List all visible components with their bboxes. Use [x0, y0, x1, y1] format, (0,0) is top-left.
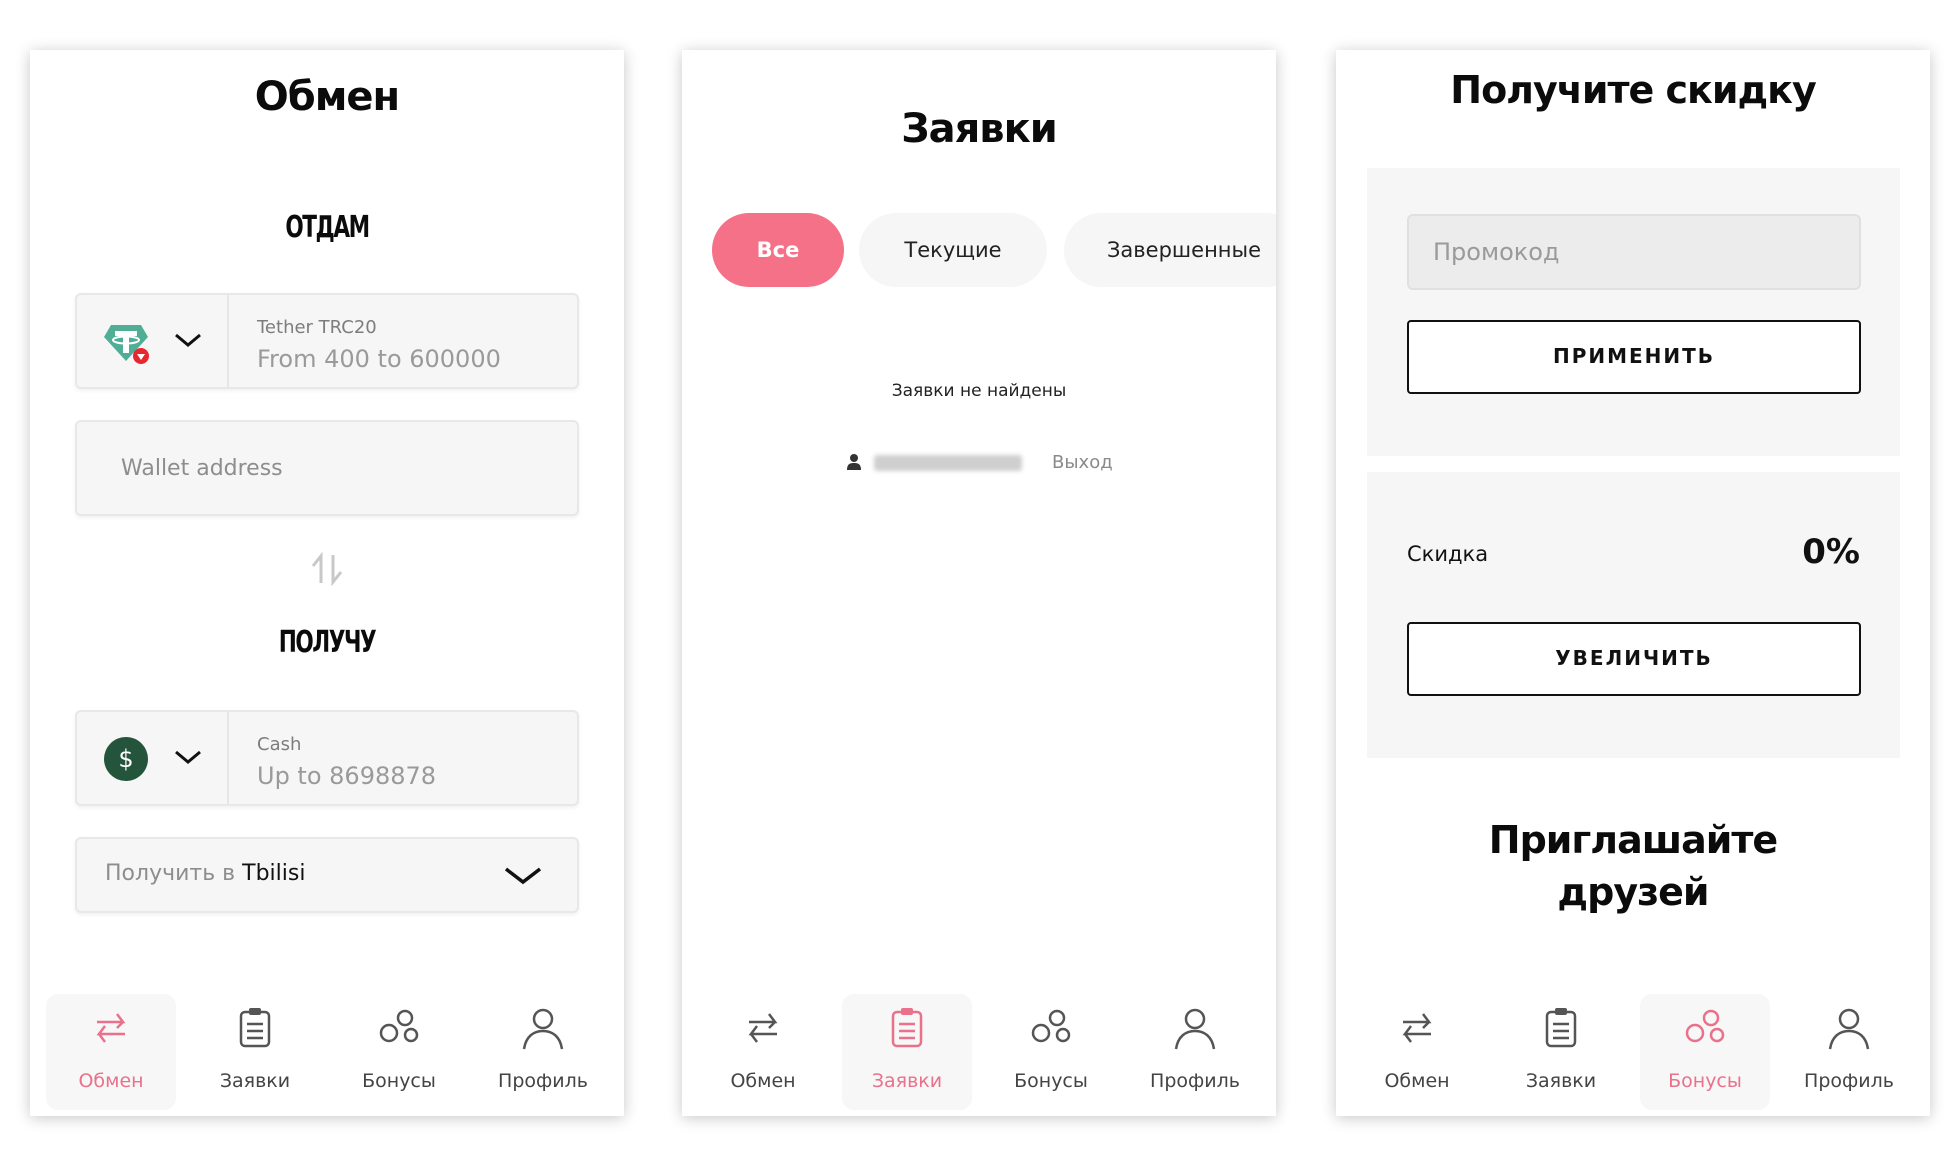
user-icon [1828, 1008, 1870, 1050]
bubbles-icon [1031, 1009, 1071, 1043]
nav-label: Заявки [219, 1070, 291, 1092]
city-prefix: Получить в [105, 861, 236, 886]
nav-label: Профиль [498, 1070, 588, 1092]
give-section-label: ОТДАМ [285, 210, 370, 245]
nav-item-exchange[interactable]: Обмен [46, 994, 176, 1110]
receive-section-label: ПОЛУЧУ [278, 625, 377, 660]
bottom-nav: Обмен Заявки Бонусы Профиль [682, 976, 1276, 1116]
logout-link[interactable]: Выход [1052, 452, 1113, 473]
promo-code-input[interactable]: Промокод [1407, 214, 1861, 290]
invite-title-line1: Приглашайте [1488, 818, 1778, 862]
discount-card: Скидка 0% УВЕЛИЧИТЬ [1367, 472, 1900, 758]
tether-icon [104, 325, 149, 364]
dollar-icon: $ [104, 737, 148, 781]
tab-completed[interactable]: Завершенные [1064, 213, 1276, 287]
city-value: Tbilisi [242, 861, 306, 886]
nav-label: Профиль [1804, 1070, 1894, 1092]
nav-label: Заявки [1525, 1070, 1597, 1092]
promo-code-placeholder: Промокод [1433, 238, 1560, 266]
wallet-address-placeholder: Wallet address [121, 456, 283, 481]
swap-icon[interactable] [310, 552, 344, 586]
nav-item-profile[interactable]: Профиль [1784, 994, 1914, 1110]
nav-label: Обмен [730, 1070, 796, 1092]
nav-item-bonuses[interactable]: Бонусы [986, 994, 1116, 1110]
city-select[interactable]: Получить в Tbilisi [75, 837, 579, 913]
user-icon [1174, 1008, 1216, 1050]
nav-label: Заявки [871, 1070, 943, 1092]
nav-label: Обмен [78, 1070, 144, 1092]
page-title: Получите скидку [1450, 68, 1816, 112]
orders-screen: Заявки Все Текущие Завершенные Заявки не… [682, 50, 1276, 1116]
nav-label: Бонусы [362, 1070, 436, 1092]
svg-text:$: $ [118, 745, 133, 773]
chevron-down-icon [504, 867, 542, 885]
nav-label: Профиль [1150, 1070, 1240, 1092]
nav-item-bonuses[interactable]: Бонусы [334, 994, 464, 1110]
receive-currency-selector[interactable]: $ [77, 712, 229, 804]
tab-current[interactable]: Текущие [859, 213, 1047, 287]
increase-button[interactable]: УВЕЛИЧИТЬ [1407, 622, 1861, 696]
bottom-nav: Обмен Заявки Бонусы Профиль [30, 976, 624, 1116]
clipboard-icon [891, 1008, 923, 1048]
nav-item-exchange[interactable]: Обмен [698, 994, 828, 1110]
receive-amount-input[interactable]: Up to 8698878 [257, 762, 436, 790]
user-icon [847, 454, 861, 470]
page-title: Обмен [254, 74, 400, 120]
user-name-redacted [874, 455, 1022, 471]
invite-title-line2: друзей [1557, 870, 1709, 914]
chevron-down-icon [175, 750, 201, 764]
exchange-arrows-icon [748, 1013, 778, 1043]
exchange-screen: Обмен ОТДАМ Tether TRC20 From 400 to 600… [30, 50, 624, 1116]
promo-card: Промокод ПРИМЕНИТЬ [1367, 168, 1900, 456]
nav-label: Бонусы [1668, 1070, 1742, 1092]
bottom-nav: Обмен Заявки Бонусы Профиль [1336, 976, 1930, 1116]
bubbles-icon [379, 1009, 419, 1043]
nav-item-profile[interactable]: Профиль [478, 994, 608, 1110]
nav-item-exchange[interactable]: Обмен [1352, 994, 1482, 1110]
invite-title: Приглашайте друзей [1336, 814, 1930, 918]
bubbles-icon [1685, 1009, 1725, 1043]
nav-item-orders[interactable]: Заявки [1496, 994, 1626, 1110]
give-currency-field[interactable]: Tether TRC20 From 400 to 600000 [75, 293, 579, 389]
chevron-down-icon [175, 333, 201, 347]
exchange-arrows-icon [96, 1013, 126, 1043]
nav-item-profile[interactable]: Профиль [1130, 994, 1260, 1110]
city-select-text: Получить в Tbilisi [105, 861, 305, 886]
receive-currency-name: Cash [257, 734, 302, 755]
apply-button[interactable]: ПРИМЕНИТЬ [1407, 320, 1861, 394]
nav-item-bonuses[interactable]: Бонусы [1640, 994, 1770, 1110]
nav-label: Бонусы [1014, 1070, 1088, 1092]
discount-label: Скидка [1407, 542, 1489, 566]
clipboard-icon [239, 1008, 271, 1048]
tab-all[interactable]: Все [712, 213, 844, 287]
give-currency-selector[interactable] [77, 295, 229, 387]
nav-label: Обмен [1384, 1070, 1450, 1092]
exchange-arrows-icon [1402, 1013, 1432, 1043]
give-currency-name: Tether TRC20 [257, 317, 377, 338]
bonuses-screen: Получите скидку Промокод ПРИМЕНИТЬ Скидк… [1336, 50, 1930, 1116]
nav-item-orders[interactable]: Заявки [190, 994, 320, 1110]
wallet-address-input[interactable]: Wallet address [75, 420, 579, 516]
user-icon [522, 1008, 564, 1050]
empty-state-message: Заявки не найдены [891, 381, 1067, 401]
discount-value: 0% [1802, 532, 1860, 572]
give-amount-input[interactable]: From 400 to 600000 [257, 345, 501, 373]
nav-item-orders[interactable]: Заявки [842, 994, 972, 1110]
clipboard-icon [1545, 1008, 1577, 1048]
page-title: Заявки [901, 106, 1058, 152]
receive-currency-field[interactable]: $ Cash Up to 8698878 [75, 710, 579, 806]
